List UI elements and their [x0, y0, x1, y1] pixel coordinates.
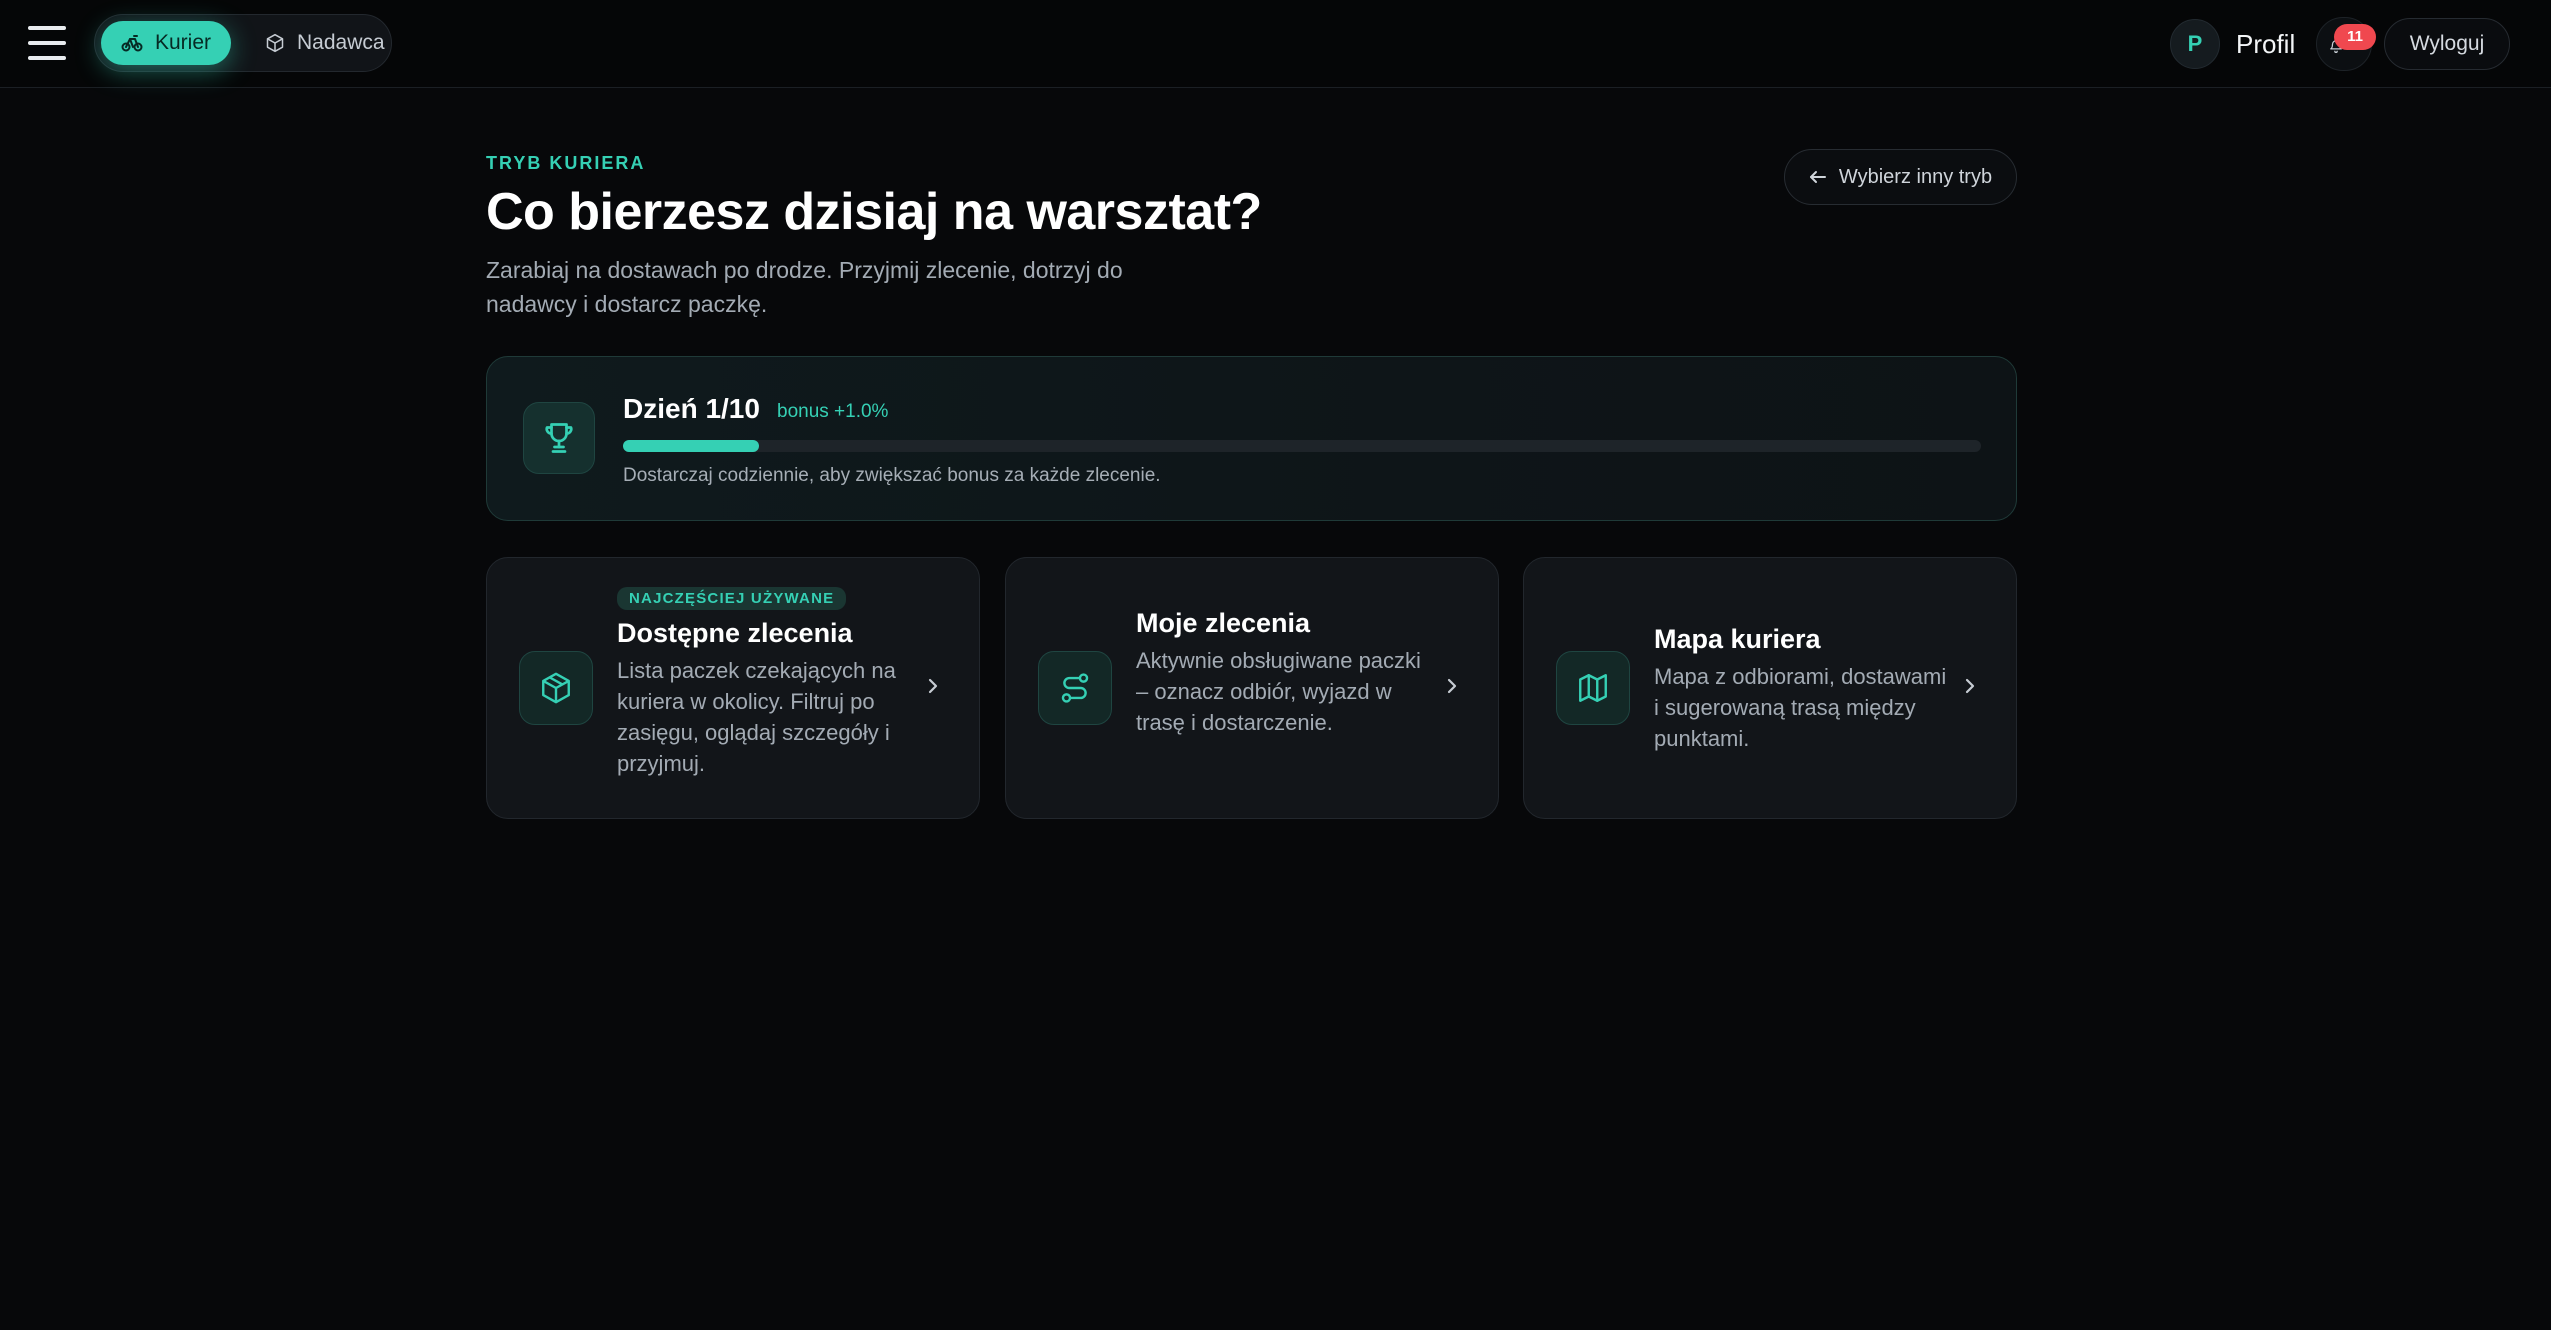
hamburger-icon[interactable] [28, 26, 66, 60]
mode-nadawca-button[interactable]: Nadawca [245, 21, 405, 65]
streak-day-label: Dzień 1/10 [623, 393, 760, 424]
card-title: Moje zlecenia [1136, 608, 1311, 638]
bike-icon [121, 35, 143, 52]
card-icon-box [519, 651, 593, 725]
streak-progress-fill [623, 440, 759, 452]
profile-label: Profil [2236, 28, 2296, 59]
mode-eyebrow: TRYB KURIERA [486, 153, 646, 173]
mode-nadawca-label: Nadawca [297, 31, 385, 54]
streak-panel: Dzień 1/10 bonus +1.0% Dostarczaj codzie… [486, 356, 2017, 521]
route-icon [1061, 673, 1089, 703]
mode-kurier-label: Kurier [155, 31, 212, 54]
card-description: Lista paczek czekających na kuriera w ok… [617, 658, 896, 776]
mode-switch: Kurier Nadawca [94, 14, 392, 72]
chevron-right-icon [928, 678, 938, 694]
avatar: P [2170, 19, 2220, 69]
card-body: NAJCZĘŚCIEJ UŻYWANE Dostępne zlecenia Li… [617, 587, 917, 779]
streak-bonus-label: bonus +1.0% [777, 401, 889, 422]
card-body: Mapa kuriera Mapa z odbiorami, dostawami… [1654, 624, 1954, 754]
card-title: Dostępne zlecenia [617, 618, 853, 648]
card-icon-box [1556, 651, 1630, 725]
card-courier-map[interactable]: Mapa kuriera Mapa z odbiorami, dostawami… [1523, 557, 2017, 819]
mode-kurier-button[interactable]: Kurier [101, 21, 231, 65]
arrow-left-icon [1809, 171, 1826, 183]
streak-progress-bar [623, 440, 1981, 452]
streak-hint: Dostarczaj codziennie, aby zwiększać bon… [623, 465, 1161, 486]
profile-button[interactable]: P Profil [2170, 18, 2295, 70]
trophy-icon [545, 423, 573, 453]
card-my-orders[interactable]: Moje zlecenia Aktywnie obsługiwane paczk… [1005, 557, 1499, 819]
card-title: Mapa kuriera [1654, 624, 1821, 654]
chevron-right-icon [1965, 678, 1975, 694]
top-bar: Kurier Nadawca P Profil 11 Wyloguj [0, 0, 2551, 88]
card-description: Aktywnie obsługiwane paczki – oznacz odb… [1136, 648, 1421, 735]
map-icon [1579, 674, 1607, 702]
card-body: Moje zlecenia Aktywnie obsługiwane paczk… [1136, 608, 1436, 738]
package-icon [266, 33, 284, 53]
package-icon [542, 672, 570, 704]
card-description: Mapa z odbiorami, dostawami i sugerowaną… [1654, 664, 1947, 751]
card-available-orders[interactable]: NAJCZĘŚCIEJ UŻYWANE Dostępne zlecenia Li… [486, 557, 980, 819]
notification-count-badge: 11 [2334, 24, 2376, 50]
choose-other-mode-button[interactable]: Wybierz inny tryb [1784, 149, 2017, 205]
chevron-right-icon [1447, 678, 1457, 694]
card-icon-box [1038, 651, 1112, 725]
trophy-icon-box [523, 402, 595, 474]
logout-button[interactable]: Wyloguj [2384, 18, 2510, 70]
choose-other-mode-label: Wybierz inny tryb [1838, 165, 1993, 188]
page-subtitle: Zarabiaj na dostawach po drodze. Przyjmi… [486, 257, 1123, 317]
most-used-tag: NAJCZĘŚCIEJ UŻYWANE [617, 587, 847, 610]
page-title: Co bierzesz dzisiaj na warsztat? [486, 183, 1262, 241]
